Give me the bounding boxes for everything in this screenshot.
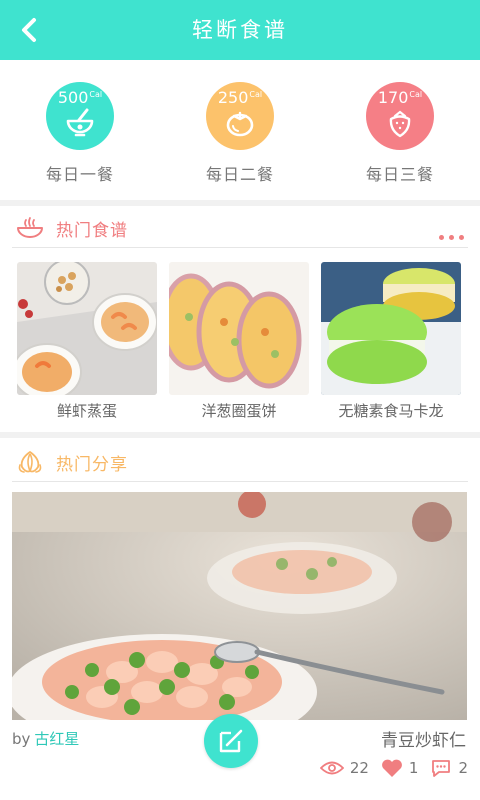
calorie-unit: Cal xyxy=(249,89,263,99)
comment-icon xyxy=(432,760,451,777)
author-line: by 古红星 xyxy=(12,728,79,749)
recipe-name: 洋葱圈蛋饼 xyxy=(201,402,277,420)
calorie-unit: Cal xyxy=(409,89,423,99)
bowl-steam-icon xyxy=(17,217,43,238)
eye-icon xyxy=(319,761,344,775)
share-footer: by 古红星 青豆炒虾仁 22 1 2 xyxy=(0,714,480,800)
divider-line xyxy=(12,247,468,248)
recipe-card[interactable]: 鲜虾蒸蛋 xyxy=(17,262,157,421)
recipe-card[interactable]: 无糖素食马卡龙 xyxy=(321,262,461,421)
dish-name: 青豆炒虾仁 xyxy=(381,731,466,751)
page-title: 轻断食谱 xyxy=(192,18,288,42)
hot-share-title: 热门分享 xyxy=(56,455,128,475)
meal-plan-one[interactable]: 500Cal 每日一餐 xyxy=(20,82,140,185)
views-count: 22 xyxy=(349,759,369,777)
meal-circle: 500Cal xyxy=(46,82,114,150)
app-header: 轻断食谱 xyxy=(0,0,480,60)
meal-circle: 250Cal xyxy=(206,82,274,150)
views-stat: 22 xyxy=(319,759,369,777)
author-link[interactable]: 古红星 xyxy=(34,730,79,748)
sugar-free-macaron-photo xyxy=(321,262,461,395)
hot-share-header: 热门分享 xyxy=(0,440,480,482)
recipe-card[interactable]: 洋葱圈蛋饼 xyxy=(169,262,309,421)
calorie-value: 250 xyxy=(217,88,249,107)
tomato-icon xyxy=(226,111,254,137)
meal-label: 每日二餐 xyxy=(205,165,274,184)
recipe-name: 鲜虾蒸蛋 xyxy=(56,402,117,420)
meal-label: 每日一餐 xyxy=(45,165,114,184)
likes-stat[interactable]: 1 xyxy=(381,758,419,778)
section-divider xyxy=(0,432,480,438)
heart-icon xyxy=(381,759,402,777)
edit-icon xyxy=(219,729,243,753)
hot-recipes-title: 热门食谱 xyxy=(56,221,128,241)
meal-label: 每日三餐 xyxy=(365,165,434,184)
meal-circle: 170Cal xyxy=(366,82,434,150)
onion-ring-omelet-photo xyxy=(169,262,309,395)
likes-count: 1 xyxy=(408,759,419,777)
divider-line xyxy=(12,481,468,482)
meal-plan-two[interactable]: 250Cal 每日二餐 xyxy=(180,82,300,185)
by-prefix: by xyxy=(12,730,31,748)
calorie-value: 500 xyxy=(57,88,89,107)
comments-stat[interactable]: 2 xyxy=(430,758,468,778)
calorie-value: 170 xyxy=(377,88,409,107)
hot-recipes-header: 热门食谱 xyxy=(0,206,480,248)
hot-recipes-list: 鲜虾蒸蛋 洋葱圈蛋饼 无糖素食马卡龙 xyxy=(0,262,480,427)
meal-plan-row: 500Cal 每日一餐 250Cal 每日二餐 170Cal 每日三餐 xyxy=(0,60,480,200)
onion-icon xyxy=(18,451,42,473)
shrimp-steamed-egg-photo xyxy=(17,262,157,395)
meal-plan-three[interactable]: 170Cal 每日三餐 xyxy=(340,82,460,185)
recipe-name: 无糖素食马卡龙 xyxy=(338,402,444,420)
calorie-unit: Cal xyxy=(89,89,103,99)
pea-shrimp-photo[interactable] xyxy=(12,492,467,720)
share-stats: 22 1 2 xyxy=(308,756,468,780)
mortar-bowl-icon xyxy=(66,108,94,137)
strawberry-icon xyxy=(389,110,411,138)
write-post-button[interactable] xyxy=(204,714,258,768)
more-dots-icon[interactable] xyxy=(434,225,464,244)
comments-count: 2 xyxy=(458,759,468,777)
